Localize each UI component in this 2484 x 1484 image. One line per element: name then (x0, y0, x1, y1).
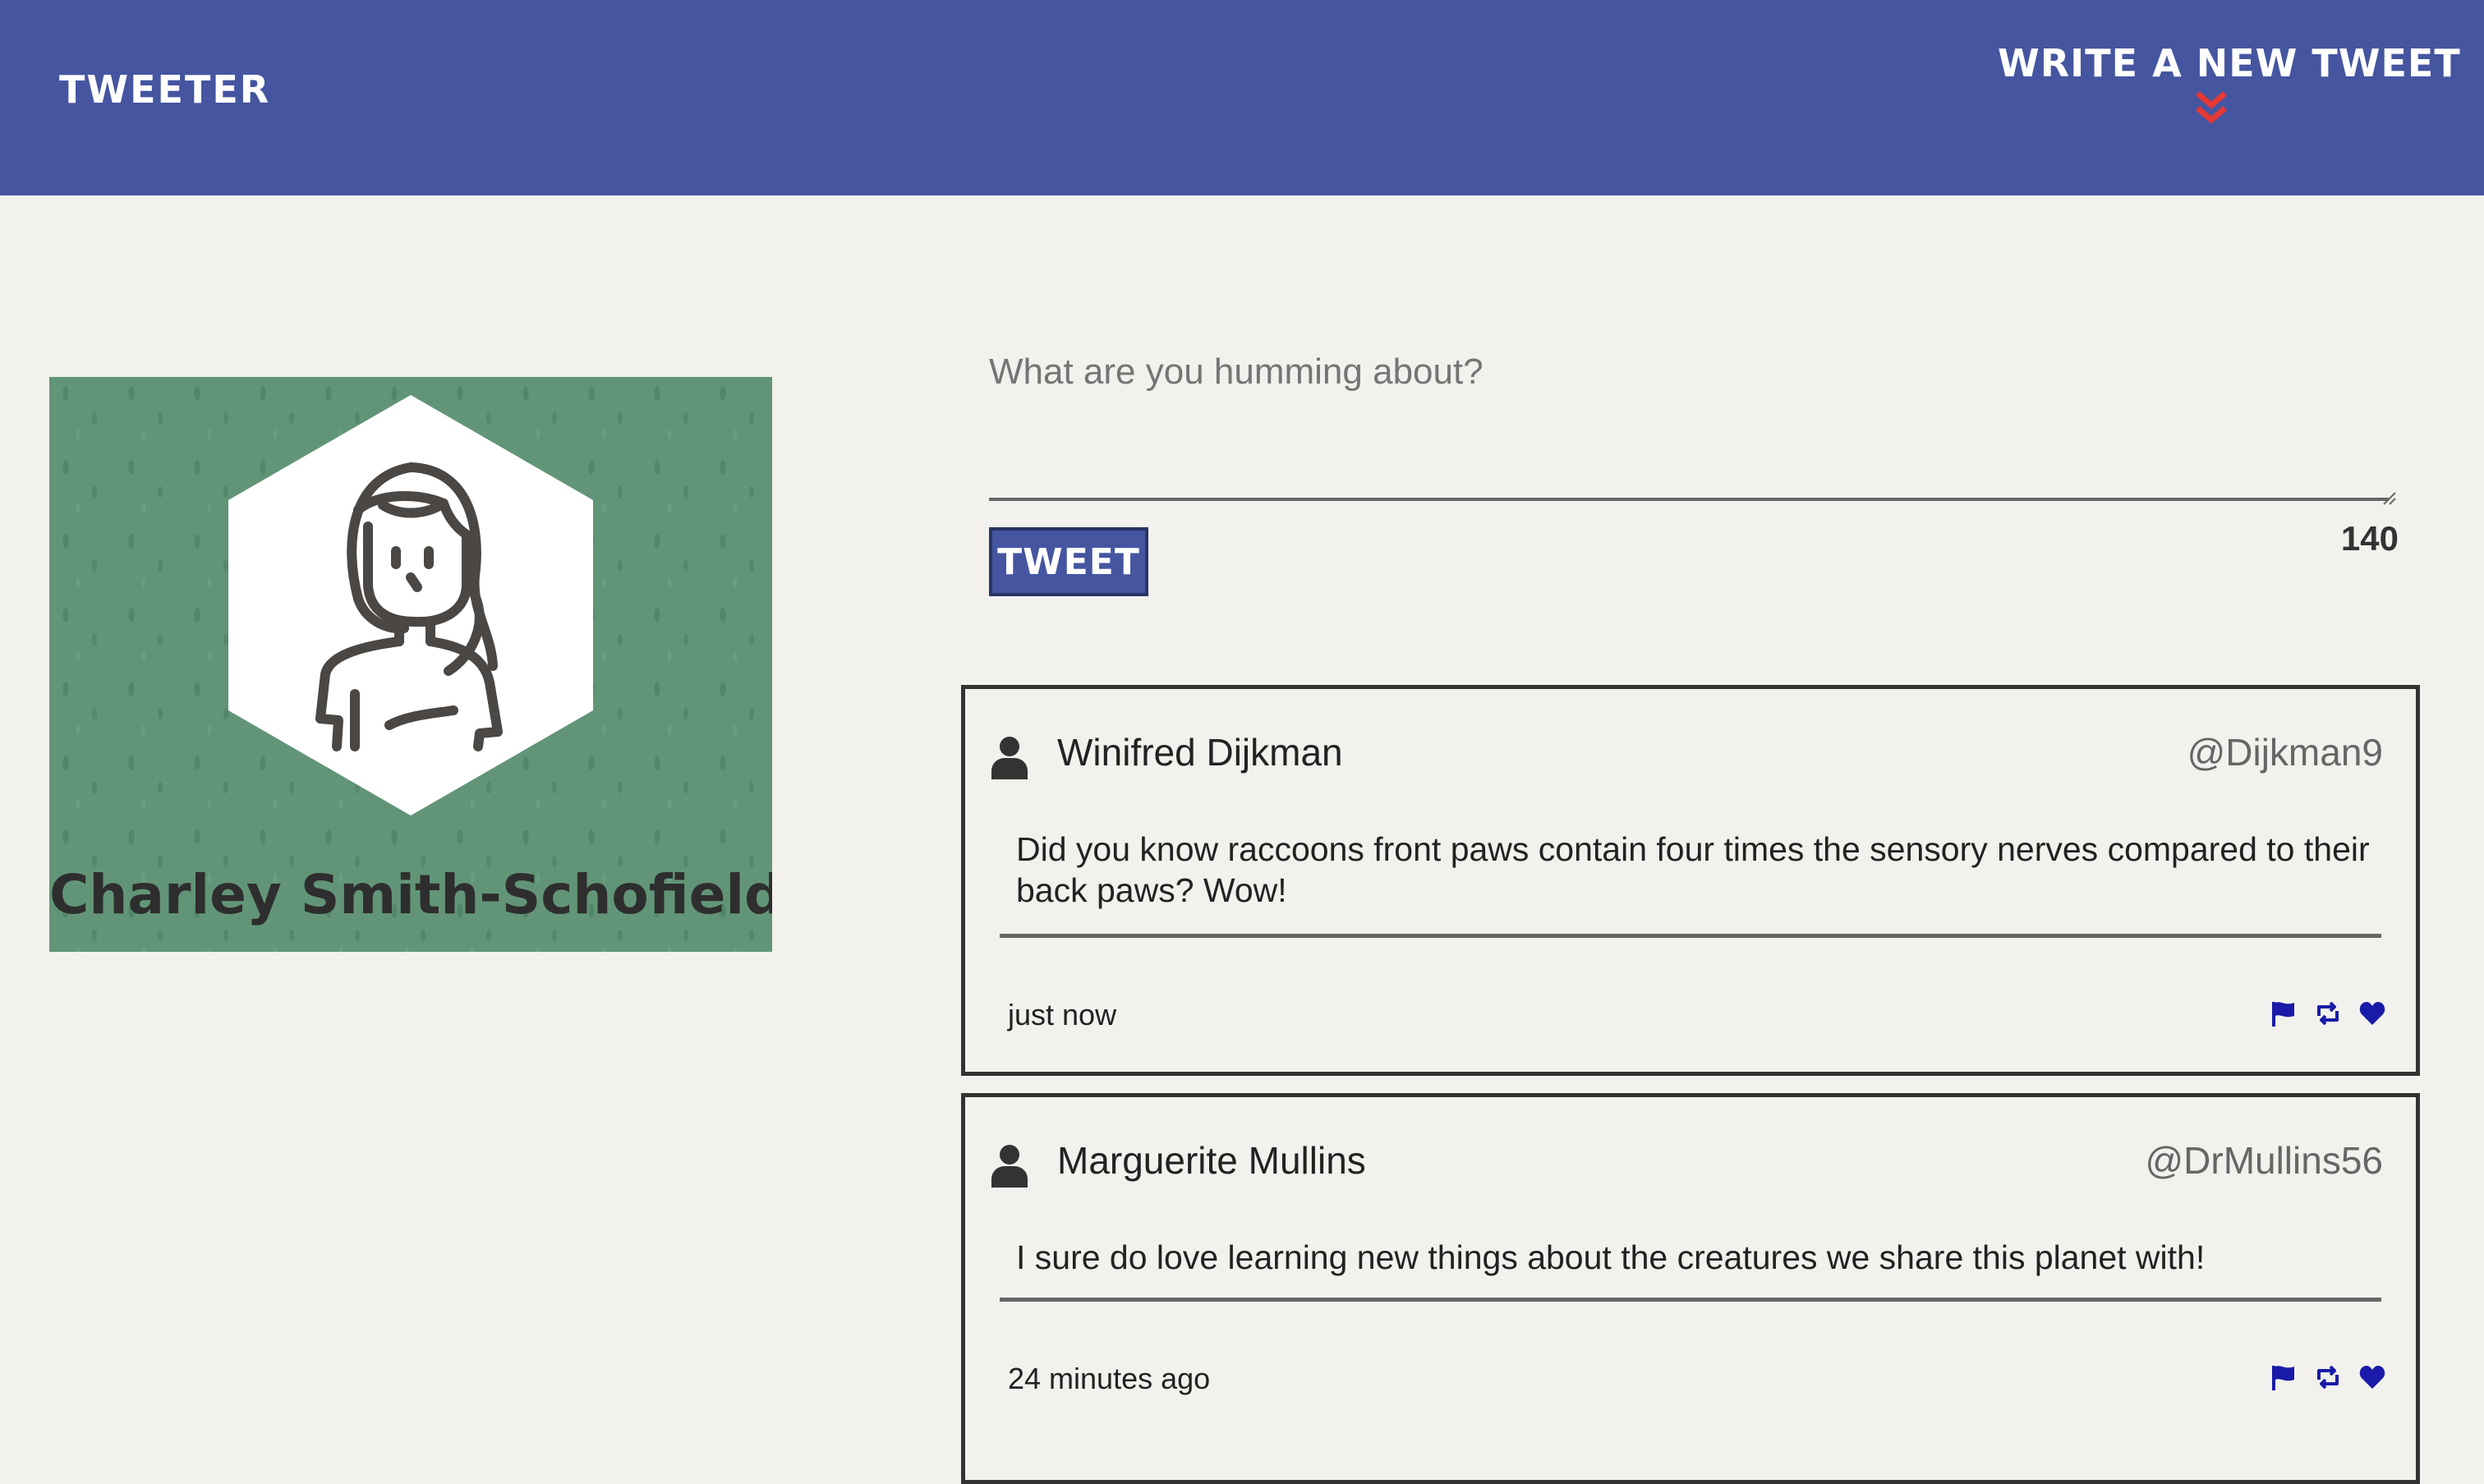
tweet-text: I sure do love learning new things about… (1016, 1238, 2206, 1276)
profile-card: Charley Smith-Schofield (49, 377, 772, 952)
tweet-text: Did you know raccoons front paws contain… (1016, 830, 2370, 909)
tweet-author-name: Winifred Dijkman (1057, 731, 1343, 774)
tweet-actions (2268, 999, 2391, 1029)
resize-grip-icon[interactable] (2380, 489, 2397, 506)
tweet-author-handle: @Dijkman9 (2187, 731, 2383, 774)
tweet-card: Winifred Dijkman @Dijkman9 Did you know … (961, 685, 2420, 1076)
flag-icon[interactable] (2270, 1363, 2298, 1391)
tweet-timestamp: 24 minutes ago (1008, 1362, 1211, 1395)
tweet-submit-button[interactable]: Tweet (989, 527, 1148, 596)
tweet-divider (1000, 1298, 2381, 1302)
tweet-divider (1000, 934, 2381, 938)
write-new-tweet-toggle[interactable]: Write a new tweet (1998, 41, 2461, 148)
tweet-author-name: Marguerite Mullins (1057, 1139, 1366, 1182)
char-counter: 140 (2340, 519, 2399, 558)
brand-logo[interactable]: Tweeter (59, 67, 270, 112)
woman-avatar-icon (228, 395, 593, 816)
tweet-actions (2268, 1363, 2391, 1393)
compose-form: Tweet 140 (989, 337, 2399, 600)
user-icon (991, 737, 1028, 779)
tweet-author-handle: @DrMullins56 (2145, 1139, 2383, 1182)
flag-icon[interactable] (2270, 999, 2298, 1027)
heart-icon[interactable] (2358, 1363, 2386, 1391)
heart-icon[interactable] (2358, 999, 2386, 1027)
tweet-card: Marguerite Mullins @DrMullins56 I sure d… (961, 1093, 2420, 1484)
profile-name: Charley Smith-Schofield (49, 863, 772, 926)
retweet-icon[interactable] (2314, 999, 2342, 1027)
tweet-timestamp: just now (1008, 998, 1117, 1031)
write-new-tweet-label: Write a new tweet (1998, 41, 2461, 85)
top-nav: Tweeter Write a new tweet (0, 0, 2484, 195)
user-icon (991, 1145, 1028, 1188)
retweet-icon[interactable] (2314, 1363, 2342, 1391)
tweet-textarea[interactable] (989, 337, 2389, 501)
double-chevron-down-icon (2196, 91, 2227, 124)
